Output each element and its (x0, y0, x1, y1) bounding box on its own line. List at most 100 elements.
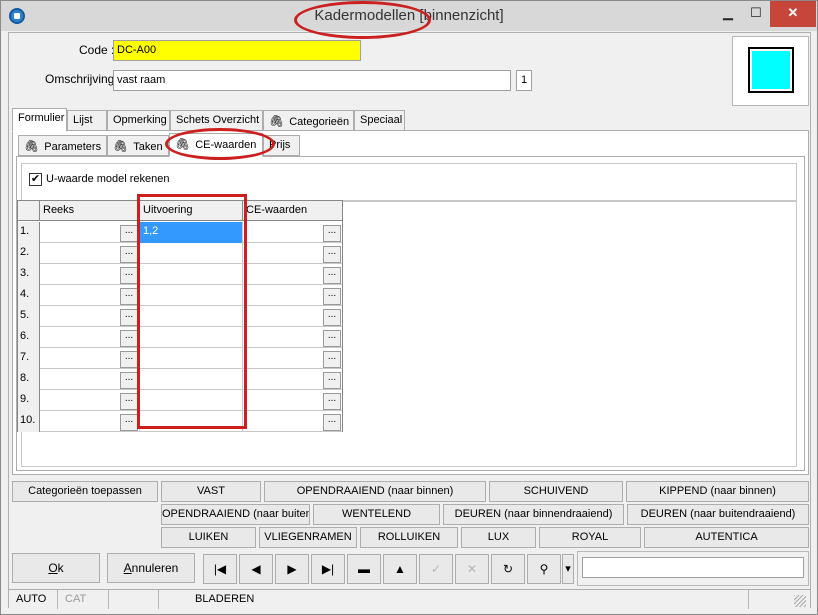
uitvoering-cell[interactable] (140, 390, 243, 411)
previous-record-button[interactable]: ◀ (239, 554, 273, 584)
reeks-browse-button[interactable]: ... (120, 288, 138, 305)
cancel-edit-icon: ✕ (466, 562, 478, 576)
confirm-button[interactable]: ✓ (419, 554, 453, 584)
maximize-button[interactable]: ☐ (742, 1, 770, 27)
reeks-browse-button[interactable]: ... (120, 414, 138, 431)
reeks-browse-button[interactable]: ... (120, 225, 138, 242)
tab-categorieen[interactable]: 🖇 Categorieën (263, 110, 354, 131)
tab-opmerking[interactable]: Opmerking (107, 110, 170, 131)
status-empty (109, 590, 159, 609)
categories-apply-button[interactable]: Categorieën toepassen (12, 481, 158, 502)
table-row[interactable]: 8....... (18, 369, 342, 390)
first-record-button[interactable]: |◀ (203, 554, 237, 584)
reeks-browse-button[interactable]: ... (120, 267, 138, 284)
row-number: 2. (18, 243, 40, 264)
category-button[interactable]: VLIEGENRAMEN (259, 527, 357, 548)
uitvoering-cell[interactable] (140, 243, 243, 264)
reeks-browse-button[interactable]: ... (120, 393, 138, 410)
column-header-ce-waarden[interactable]: CE-waarden (243, 201, 342, 221)
next-record-button[interactable]: ▶ (275, 554, 309, 584)
ce-waarden-browse-button[interactable]: ... (323, 309, 341, 326)
ce-waarden-browse-button[interactable]: ... (323, 288, 341, 305)
subtab-prijs[interactable]: Prijs (263, 135, 300, 156)
ce-waarden-browse-button[interactable]: ... (323, 372, 341, 389)
category-button[interactable]: AUTENTICA (644, 527, 809, 548)
tab-lijst[interactable]: Lijst (67, 110, 107, 131)
search-input[interactable] (582, 557, 804, 578)
uitvoering-cell[interactable]: 1,2 (140, 222, 243, 243)
color-preview[interactable] (732, 36, 809, 106)
category-button[interactable]: ROYAL (539, 527, 641, 548)
ce-waarden-browse-button[interactable]: ... (323, 267, 341, 284)
code-field[interactable]: DC-A00 (113, 40, 361, 61)
ce-waarden-browse-button[interactable]: ... (323, 351, 341, 368)
category-button[interactable]: ROLLUIKEN (360, 527, 458, 548)
title-bar[interactable]: Kadermodellen [binnenzicht] ▁ ☐ ✕ (1, 1, 817, 31)
edit-record-button[interactable]: ▲ (383, 554, 417, 584)
category-button[interactable]: KIPPEND (naar binnen) (626, 481, 809, 502)
category-button[interactable]: DEUREN (naar buitendraaiend) (627, 504, 809, 525)
status-cat: CAT (58, 590, 109, 609)
ce-waarden-browse-button[interactable]: ... (323, 414, 341, 431)
table-row[interactable]: 1.... 1,2... (18, 222, 342, 243)
ce-waarden-browse-button[interactable]: ... (323, 393, 341, 410)
category-button[interactable]: OPENDRAAIEND (naar buiten) (161, 504, 310, 525)
binoculars-icon: ⚲ (539, 562, 549, 576)
ok-button[interactable]: Ok (12, 553, 100, 583)
corner-cell (18, 201, 40, 221)
category-button[interactable]: VAST (161, 481, 261, 502)
close-button[interactable]: ✕ (770, 1, 816, 27)
table-row[interactable]: 3....... (18, 264, 342, 285)
category-button[interactable]: LUX (461, 527, 536, 548)
category-button[interactable]: WENTELEND (313, 504, 440, 525)
table-row[interactable]: 2....... (18, 243, 342, 264)
category-button[interactable]: SCHUIVEND (489, 481, 623, 502)
u-waarde-checkbox[interactable]: ✔ (29, 173, 42, 186)
minimize-button[interactable]: ▁ (714, 1, 742, 27)
uitvoering-cell[interactable] (140, 348, 243, 369)
reeks-browse-button[interactable]: ... (120, 372, 138, 389)
resize-grip-icon[interactable] (794, 595, 806, 607)
ce-waarden-browse-button[interactable]: ... (323, 246, 341, 263)
table-row[interactable]: 9....... (18, 390, 342, 411)
column-header-reeks[interactable]: Reeks (40, 201, 140, 221)
description-field[interactable]: vast raam (113, 70, 511, 91)
reeks-browse-button[interactable]: ... (120, 351, 138, 368)
tab-speciaal[interactable]: Speciaal (354, 110, 405, 131)
subtab-parameters[interactable]: 🖇 Parameters (18, 135, 107, 156)
tab-schets-overzicht[interactable]: Schets Overzicht (170, 110, 263, 131)
search-dropdown-button[interactable]: ▾ (562, 554, 574, 584)
ce-waarden-browse-button[interactable]: ... (323, 225, 341, 242)
delete-record-button[interactable]: ▬ (347, 554, 381, 584)
last-record-button[interactable]: ▶| (311, 554, 345, 584)
reeks-browse-button[interactable]: ... (120, 330, 138, 347)
uitvoering-cell[interactable] (140, 306, 243, 327)
category-button[interactable]: LUIKEN (161, 527, 256, 548)
subtab-ce-waarden[interactable]: 🖇 CE-waarden (169, 133, 263, 157)
reeks-browse-button[interactable]: ... (120, 246, 138, 263)
table-row[interactable]: 10....... (18, 411, 342, 432)
uitvoering-cell[interactable] (140, 264, 243, 285)
table-row[interactable]: 4....... (18, 285, 342, 306)
category-button[interactable]: OPENDRAAIEND (naar binnen) (264, 481, 486, 502)
uitvoering-cell[interactable] (140, 285, 243, 306)
paperclip-icon: 🖇 (175, 137, 191, 151)
column-header-uitvoering[interactable]: Uitvoering (140, 201, 243, 221)
row-number: 4. (18, 285, 40, 306)
cancel-button[interactable]: Annuleren (107, 553, 195, 583)
uitvoering-cell[interactable] (140, 411, 243, 432)
tab-formulier[interactable]: Formulier (12, 108, 67, 132)
count-field[interactable]: 1 (516, 70, 532, 91)
refresh-button[interactable]: ↻ (491, 554, 525, 584)
uitvoering-cell[interactable] (140, 327, 243, 348)
table-row[interactable]: 5....... (18, 306, 342, 327)
category-button[interactable]: DEUREN (naar binnendraaiend) (443, 504, 624, 525)
table-row[interactable]: 7....... (18, 348, 342, 369)
table-row[interactable]: 6....... (18, 327, 342, 348)
reeks-browse-button[interactable]: ... (120, 309, 138, 326)
cancel-edit-button[interactable]: ✕ (455, 554, 489, 584)
ce-waarden-browse-button[interactable]: ... (323, 330, 341, 347)
uitvoering-cell[interactable] (140, 369, 243, 390)
binoculars-button[interactable]: ⚲ (527, 554, 561, 584)
subtab-taken[interactable]: 🖇 Taken (107, 135, 169, 156)
